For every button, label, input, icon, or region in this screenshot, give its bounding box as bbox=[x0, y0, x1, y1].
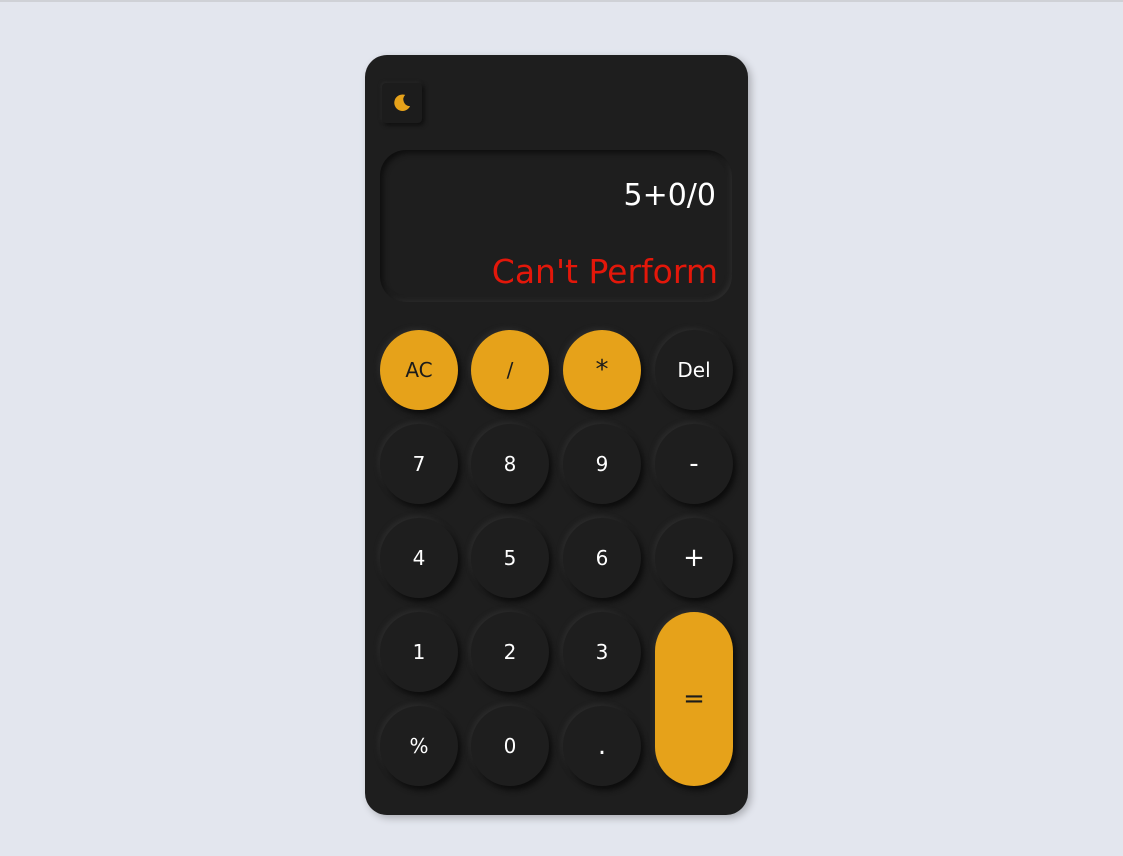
percent-button[interactable]: % bbox=[380, 706, 458, 786]
key-5[interactable]: 5 bbox=[471, 518, 549, 598]
divide-button[interactable]: / bbox=[471, 330, 549, 410]
calculator-display: 5+0/0 Can't Perform bbox=[380, 150, 732, 302]
multiply-button[interactable]: * bbox=[563, 330, 641, 410]
key-1[interactable]: 1 bbox=[380, 612, 458, 692]
expression-text: 5+0/0 bbox=[623, 178, 716, 213]
theme-toggle-button[interactable] bbox=[382, 83, 422, 123]
calculator: 5+0/0 Can't Perform AC / * Del 7 8 9 - 4… bbox=[365, 55, 748, 815]
key-6[interactable]: 6 bbox=[563, 518, 641, 598]
key-4[interactable]: 4 bbox=[380, 518, 458, 598]
moon-icon bbox=[394, 94, 411, 111]
equals-button[interactable]: = bbox=[655, 612, 733, 786]
key-3[interactable]: 3 bbox=[563, 612, 641, 692]
clear-all-button[interactable]: AC bbox=[380, 330, 458, 410]
key-7[interactable]: 7 bbox=[380, 424, 458, 504]
key-8[interactable]: 8 bbox=[471, 424, 549, 504]
minus-button[interactable]: - bbox=[655, 424, 733, 504]
plus-button[interactable]: + bbox=[655, 518, 733, 598]
delete-button[interactable]: Del bbox=[655, 330, 733, 410]
key-2[interactable]: 2 bbox=[471, 612, 549, 692]
key-9[interactable]: 9 bbox=[563, 424, 641, 504]
result-text: Can't Perform bbox=[491, 252, 718, 291]
key-0[interactable]: 0 bbox=[471, 706, 549, 786]
window-top-border bbox=[0, 0, 1123, 2]
decimal-point-button[interactable]: . bbox=[563, 706, 641, 786]
